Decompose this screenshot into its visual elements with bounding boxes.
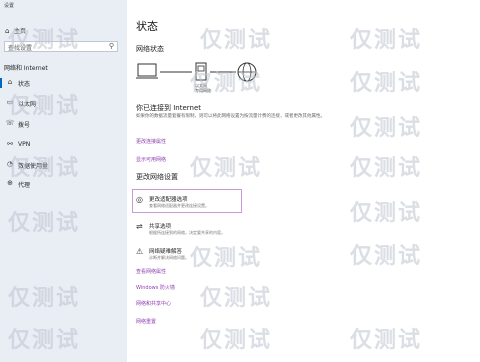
sidebar-item-label: 以太网	[18, 101, 37, 108]
data-usage-icon: ◔	[6, 160, 14, 168]
network-status-heading: 网络状态	[136, 45, 164, 53]
sidebar-item-label: 拨号	[18, 122, 31, 129]
home-icon[interactable]: ⌂	[5, 27, 9, 35]
sidebar-item-ethernet[interactable]: ▭ 以太网	[0, 96, 127, 110]
option-title: 更改适配器选项	[149, 197, 188, 203]
sidebar-item-vpn[interactable]: ⚯ VPN	[0, 138, 127, 152]
sharing-icon: ⇌	[136, 222, 143, 231]
sidebar-item-label: 数据使用量	[18, 163, 49, 170]
warning-icon: ⚠	[136, 247, 144, 256]
window-title: 设置	[4, 3, 15, 9]
option-description: 诊断并解决网络问题。	[149, 255, 189, 260]
globe-icon: ⊕	[7, 179, 13, 187]
sidebar-item-proxy[interactable]: ⊕ 代理	[0, 177, 127, 191]
change-connection-properties-link[interactable]: 更改连接属性	[136, 138, 166, 145]
connection-status: 你已连接到 Internet	[136, 104, 202, 112]
sidebar: 设置 ⌂ 主页 查找设置 ⚲ 网络和 Internet ⌂ 状态 ▭ 以太网 ☏…	[0, 0, 127, 362]
adapter-icon: ◎	[136, 195, 143, 204]
windows-firewall-link[interactable]: Windows 防火墙	[136, 284, 175, 291]
sharing-options-button[interactable]: ⇌ 共享选项 根据所连接到的网络，决定要共享的内容。	[136, 221, 276, 243]
ethernet-icon: ▭	[6, 98, 14, 106]
sidebar-item-label: 状态	[18, 81, 31, 88]
sidebar-section-title: 网络和 Internet	[4, 65, 48, 72]
view-network-properties-link[interactable]: 查看网络属性	[136, 268, 166, 275]
connection-description: 如果你的数据流量套餐有限制，则可以将此网络设置为按流量计费的连接，或者更改其他属…	[136, 114, 325, 119]
home-icon: ⌂	[7, 78, 13, 86]
dialup-icon: ☏	[5, 119, 15, 127]
search-icon[interactable]: ⚲	[109, 42, 114, 50]
home-link[interactable]: 主页	[14, 26, 26, 35]
page-title: 状态	[136, 20, 158, 33]
change-settings-heading: 更改网络设置	[136, 173, 178, 181]
option-title: 共享选项	[149, 224, 172, 230]
network-type-label: 专用网络	[195, 88, 211, 93]
change-adapter-options-button[interactable]: ◎ 更改适配器选项 查看网络适配器并更改连接设置。	[136, 194, 276, 216]
network-troubleshooter-button[interactable]: ⚠ 网络疑难解答 诊断并解决网络问题。	[136, 246, 276, 268]
sidebar-item-data-usage[interactable]: ◔ 数据使用量	[0, 158, 127, 172]
show-available-networks-link[interactable]: 显示可用网络	[136, 156, 166, 163]
network-sharing-center-link[interactable]: 网络和共享中心	[136, 300, 171, 307]
sidebar-item-label: VPN	[18, 141, 31, 148]
network-diagram: 以太网 专用网络	[136, 58, 266, 98]
vpn-icon: ⚯	[7, 140, 13, 148]
search-input[interactable]: 查找设置 ⚲	[4, 41, 118, 52]
network-reset-link[interactable]: 网络重置	[136, 318, 156, 325]
search-placeholder: 查找设置	[8, 45, 33, 52]
sidebar-item-label: 代理	[18, 182, 31, 189]
main-content: 状态 网络状态 以太网 专用网络 你已连接到 Internet 如果你的数据流量…	[127, 0, 480, 362]
option-description: 根据所连接到的网络，决定要共享的内容。	[149, 230, 225, 235]
option-description: 查看网络适配器并更改连接设置。	[149, 203, 209, 208]
option-title: 网络疑难解答	[149, 249, 183, 255]
sidebar-item-status[interactable]: ⌂ 状态	[0, 76, 127, 90]
sidebar-item-dialup[interactable]: ☏ 拨号	[0, 117, 127, 131]
